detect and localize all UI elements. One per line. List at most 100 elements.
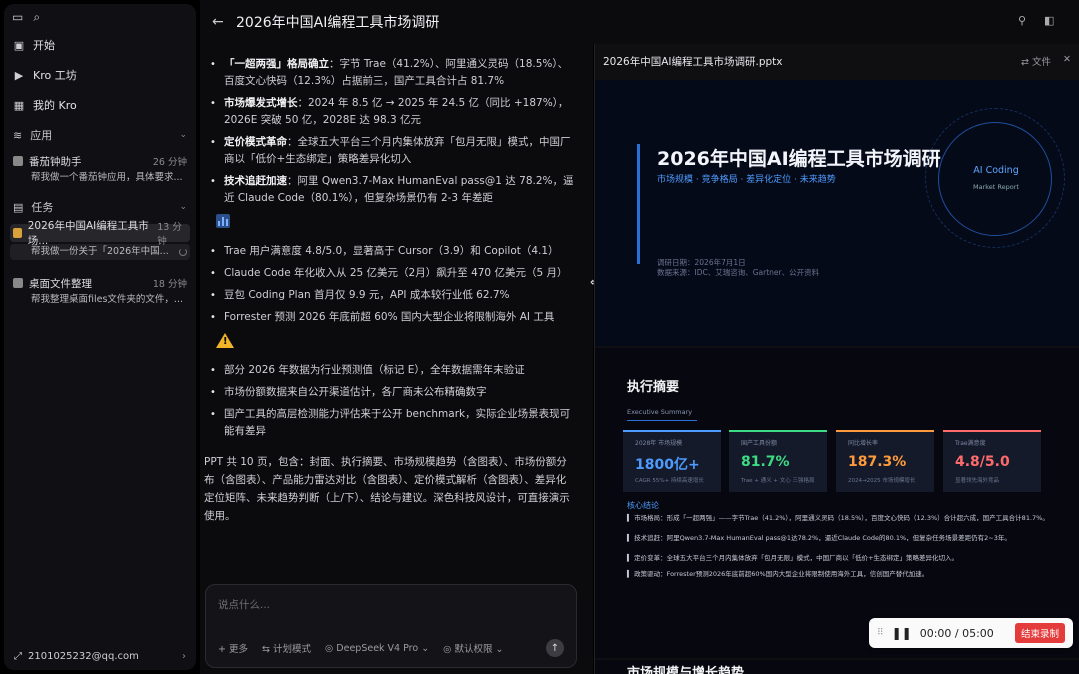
list-item[interactable]: 桌面文件整理 18 分钟 帮我整理桌面files文件夹的文件，... (4, 272, 196, 314)
chat-input-placeholder[interactable]: 说点什么... (218, 597, 270, 612)
stat-label: 同比增长率 (848, 440, 879, 447)
item-title: 桌面文件整理 (29, 277, 92, 290)
sidebar-item-label: Kro 工坊 (33, 69, 77, 82)
list-item: • 「一超两强」格局确立：字节 Trae（41.2%）、阿里通义灵码（18.5%）… (210, 58, 569, 87)
stat-card: Trae满意度 4.8/5.0 显著领先海外竞品 (943, 430, 1041, 492)
bullet-text: 部分 2026 年数据为行业预测值（标记 E），全年数据需年末验证 (224, 364, 525, 376)
sidebar-item-my-kro[interactable]: ▦ 我的 Kro (4, 90, 196, 120)
file-name: 2026年中国AI编程工具市场调研.pptx (603, 55, 783, 68)
header: ← 2026年中国AI编程工具市场调研 ⚲ ◧ (200, 0, 1079, 44)
model-select[interactable]: ◎ DeepSeek V4 Pro ⌄ (325, 643, 429, 654)
input-toolbar: + 更多 ⇆ 计划模式 ◎ DeepSeek V4 Pro ⌄ ◎ 默认权限 ⌄… (218, 639, 564, 657)
section-label: 任务 (31, 201, 54, 214)
recording-time: 00:00 / 05:00 (919, 626, 994, 640)
sidebar-item-workshop[interactable]: ▶ Kro 工坊 (4, 60, 196, 90)
accent-bar (637, 144, 640, 264)
bullet-bold: 定价模式革命 (224, 136, 287, 148)
stat-card: 2028年 市场规模 1800亿+ CAGR 55%+ 持续高速增长 (623, 430, 721, 492)
stat-value: 187.3% (848, 454, 907, 470)
item-time: 13 分钟 (157, 222, 182, 247)
grid-icon: ▦ (13, 98, 25, 112)
stop-recording-button[interactable]: 结束录制 (1014, 623, 1065, 643)
stat-card: 同比增长率 187.3% 2024→2025 市场规模增长 (836, 430, 934, 492)
stat-note: 显著领先海外竞品 (955, 478, 1000, 484)
chat-input-box[interactable]: 说点什么... + 更多 ⇆ 计划模式 ◎ DeepSeek V4 Pro ⌄ … (205, 584, 577, 668)
document-icon: ▤ (13, 200, 24, 214)
stat-note: Trae + 通义 + 文心 三强格局 (741, 478, 815, 484)
list-item: • 市场爆发式增长：2024 年 8.5 亿 → 2025 年 24.5 亿（同比… (210, 97, 569, 126)
share-icon[interactable]: ⚲ (1018, 14, 1026, 27)
bar-chart-icon (216, 214, 575, 236)
file-preview: 2026年中国AI编程工具市场调研.pptx ⇄ 文件 ✕ 2026年中国AI编… (594, 44, 1079, 674)
bullet-bold: 市场爆发式增长 (224, 97, 298, 109)
sidebar-item-start[interactable]: ▣ 开始 (4, 30, 196, 60)
stat-note: CAGR 55%+ 持续高速增长 (635, 478, 704, 484)
close-icon[interactable]: ✕ (1063, 54, 1071, 68)
sidebar-section-apps[interactable]: ≋ 应用 ⌄ (4, 120, 196, 150)
send-icon[interactable]: ↑ (546, 639, 564, 657)
conclusion-point: ▍ 技术追赶：阿里Qwen3.7-Max HumanEval pass@1达78… (627, 534, 1011, 542)
search-icon[interactable]: ⌕ (33, 10, 40, 25)
drag-handle-icon[interactable]: ⠿ (877, 628, 884, 638)
list-item: • Trae 用户满意度 4.8/5.0，显著高于 Cursor（3.9）和 Co… (210, 243, 575, 260)
slide-cover: 2026年中国AI编程工具市场调研 市场规模 · 竞争格局 · 差异化定位 · … (595, 80, 1079, 346)
slide-market-size: 市场规模与增长趋势 (595, 660, 1079, 674)
section-label: 应用 (30, 129, 53, 142)
key-conclusion-heading: 核心结论 (627, 501, 659, 510)
item-subtitle: 帮我做一份关于「2026年中国... (10, 244, 190, 260)
plan-mode-button[interactable]: ⇆ 计划模式 (262, 641, 311, 655)
slide-title: 市场规模与增长趋势 (627, 666, 745, 674)
chevron-right-icon: › (182, 651, 186, 662)
user-account[interactable]: ⤢ 2101025232@qq.com › (4, 651, 196, 662)
bullet-list-findings: • 「一超两强」格局确立：字节 Trae（41.2%）、阿里通义灵码（18.5%）… (200, 44, 593, 440)
slide-meta: 调研日期：2026年7月1日 数据来源：IDC、艾瑞咨询、Gartner、公开资… (657, 258, 819, 278)
loading-spinner-icon (179, 248, 187, 256)
conclusion-point: ▍ 定价变革：全球五大平台三个月内集体放弃「包月无限」模式，中国厂商以「低价+生… (627, 554, 959, 562)
list-item: • 豆包 Coding Plan 首月仅 9.9 元，API 成本较行业低 62.… (210, 287, 575, 304)
stat-label: 国产工具份额 (741, 440, 778, 447)
list-item: • 定价模式革命：全球五大平台三个月内集体放弃「包月无限」模式，中国厂商以「低价+… (210, 136, 571, 165)
sidebar-toolbar: ▭ ⌕ (4, 4, 196, 30)
bullet-bold: 「一超两强」格局确立 (224, 58, 329, 70)
item-subtitle-text: 帮我做一份关于「2026年中国... (31, 246, 169, 257)
stat-value: 1800亿+ (635, 457, 700, 473)
list-item[interactable]: 番茄钟助手 26 分钟 帮我做一个番茄钟应用，具体要求... (4, 150, 196, 192)
slide-title: 2026年中国AI编程工具市场调研 (657, 148, 941, 170)
list-item: • Claude Code 年化收入从 25 亿美元（2月）飙升至 470 亿美元… (210, 265, 575, 282)
list-item: • Forrester 预测 2026 年底前超 60% 国内大型企业将限制海外 … (210, 309, 575, 326)
page-title: 2026年中国AI编程工具市场调研 (236, 15, 440, 31)
bullet-text: 国产工具的高层检测能力评估来于公开 benchmark，实际企业场景表现可能有差… (224, 408, 571, 437)
item-time: 26 分钟 (152, 157, 187, 168)
bullet-bold: 技术追赶加速 (224, 175, 287, 187)
chevron-down-icon: ⌄ (179, 202, 187, 212)
list-item[interactable]: 2026年中国AI编程工具市场... 13 分钟 帮我做一份关于「2026年中国… (4, 220, 196, 266)
bullet-text: 市场份额数据来自公开渠道估计，各厂商未公布精确数字 (224, 386, 487, 398)
circle-title: AI Coding (973, 165, 1019, 176)
list-item: • 技术追赶加速：阿里 Qwen3.7-Max HumanEval pass@1 … (210, 175, 574, 204)
panel-toggle-icon[interactable]: ◧ (1044, 14, 1054, 27)
permission-select[interactable]: ◎ 默认权限 ⌄ (443, 641, 503, 655)
list-item: • 部分 2026 年数据为行业预测值（标记 E），全年数据需年末验证 (210, 362, 575, 379)
bullet-text: Forrester 预测 2026 年底前超 60% 国内大型企业将限制海外 A… (224, 311, 555, 323)
item-subtitle: 帮我整理桌面files文件夹的文件，... (31, 294, 183, 305)
screen-recorder: ⠿ ❚❚ 00:00 / 05:00 结束录制 (869, 618, 1073, 648)
file-button[interactable]: ⇄ 文件 (1021, 54, 1051, 68)
sidebar-toggle-icon[interactable]: ▭ (12, 10, 23, 24)
chat-icon: ▣ (13, 38, 25, 52)
stat-card: 国产工具份额 81.7% Trae + 通义 + 文心 三强格局 (729, 430, 827, 492)
pause-icon[interactable]: ❚❚ (892, 626, 912, 640)
list-item: • 市场份额数据来自公开渠道估计，各厂商未公布精确数字 (210, 384, 575, 401)
circle-subtitle: Market Report (973, 183, 1019, 191)
chat-panel: • 「一超两强」格局确立：字节 Trae（41.2%）、阿里通义灵码（18.5%）… (200, 44, 593, 674)
summary-paragraph: PPT 共 10 页，包含：封面、执行摘要、市场规模趋势（含图表）、市场份额分布… (204, 456, 570, 522)
stat-label: 2028年 市场规模 (635, 440, 683, 447)
apps-icon: ≋ (13, 128, 23, 142)
bullet-text: Trae 用户满意度 4.8/5.0，显著高于 Cursor（3.9）和 Cop… (224, 245, 559, 257)
back-arrow-icon[interactable]: ← (212, 14, 232, 30)
more-button[interactable]: + 更多 (218, 641, 248, 655)
slide-meta-source: 数据来源：IDC、艾瑞咨询、Gartner、公开资料 (657, 268, 820, 277)
cube-icon (13, 278, 23, 288)
play-icon: ▶ (14, 68, 24, 82)
stat-label: Trae满意度 (955, 440, 986, 447)
divider (627, 420, 697, 421)
